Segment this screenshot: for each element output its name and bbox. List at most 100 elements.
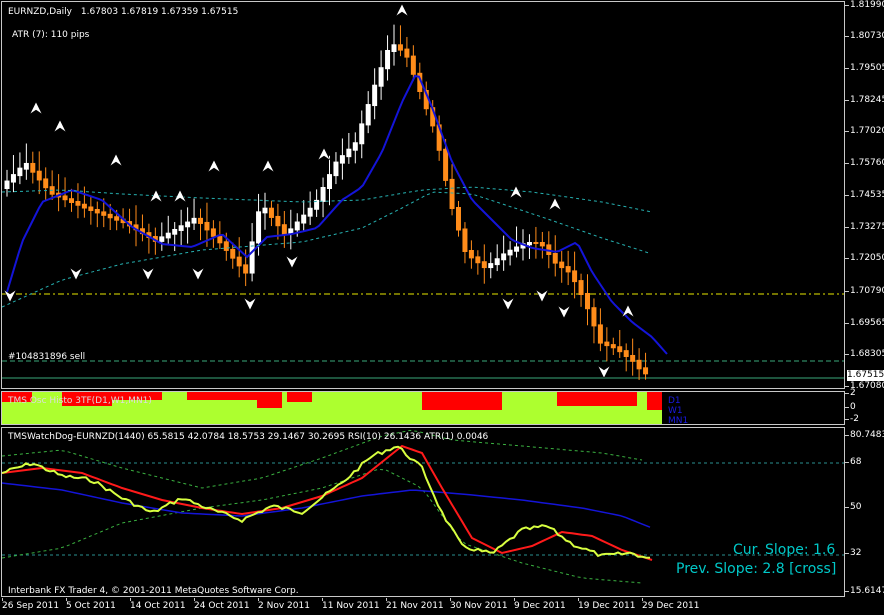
price-chart-pane[interactable]: EURNZD,Daily 1.67803 1.67819 1.67359 1.6… xyxy=(1,1,845,389)
candle-body xyxy=(204,221,210,231)
arrow-up-icon xyxy=(261,159,275,173)
candlestick-chart xyxy=(2,3,844,380)
candle-body xyxy=(30,162,36,173)
candle-body xyxy=(468,250,474,259)
candle-body xyxy=(256,211,262,244)
price-tick: 1.78245 xyxy=(844,95,884,105)
candle-body xyxy=(372,84,378,107)
histo-label: TMS Osc Histo 3TF(D1,W1,MN1) xyxy=(8,396,152,406)
osc-tick: 80.7483 xyxy=(844,430,884,440)
arrow-up-icon xyxy=(317,147,331,161)
price-tick: 1.70790 xyxy=(844,286,884,296)
candle-body xyxy=(88,206,94,211)
arrow-up-icon xyxy=(53,119,67,133)
histo-legend-d1: D1 xyxy=(668,396,681,406)
osc-tick: 32 xyxy=(844,548,862,558)
price-tick: 1.74535 xyxy=(844,190,884,200)
candle-body xyxy=(230,248,236,259)
candle-body xyxy=(301,214,307,224)
candle-body xyxy=(17,167,23,177)
candle-body xyxy=(572,270,578,283)
candle-body xyxy=(294,221,300,231)
candle-body xyxy=(81,203,87,209)
candle-body xyxy=(346,148,352,158)
candle-body xyxy=(178,225,184,231)
price-tick: 1.79505 xyxy=(844,63,884,73)
oscillator-pane[interactable]: TMSWatchDog-EURNZD(1440) 65.5815 42.0784… xyxy=(1,427,845,597)
price-tick: 1.69565 xyxy=(844,318,884,328)
candle-body xyxy=(10,174,16,183)
arrow-down-icon xyxy=(557,305,571,319)
current-price-marker: 1.67515 xyxy=(847,370,884,381)
histo-indicator-pane[interactable]: TMS Osc Histo 3TF(D1,W1,MN1) D1 W1 MN1 xyxy=(1,391,845,425)
histo-red-bar xyxy=(422,392,502,410)
candle-body xyxy=(359,123,365,145)
histo-red-bar xyxy=(647,392,662,410)
candle-body xyxy=(107,213,113,219)
histo-red-bar xyxy=(287,392,312,402)
candle-body xyxy=(643,367,649,375)
arrow-up-icon xyxy=(173,189,187,203)
arrow-down-icon xyxy=(243,297,257,311)
candle-body xyxy=(262,207,268,214)
date-tick: 30 Nov 2011 xyxy=(450,598,508,611)
candle-body xyxy=(410,55,416,75)
histo-red-bar xyxy=(257,392,282,408)
candle-body xyxy=(165,232,171,239)
arrow-down-icon xyxy=(501,297,515,311)
candle-body xyxy=(36,170,42,181)
candle-body xyxy=(94,208,100,214)
arrow-down-icon xyxy=(535,289,549,303)
candle-body xyxy=(114,216,120,221)
candle-body xyxy=(69,198,74,203)
candle-body xyxy=(604,341,610,347)
candle-body xyxy=(327,174,332,189)
price-tick: 1.80730 xyxy=(844,31,884,41)
candle-body xyxy=(101,211,107,216)
arrow-up-icon xyxy=(548,197,562,211)
date-tick: 11 Nov 2011 xyxy=(322,598,380,611)
candle-body xyxy=(75,200,81,206)
candle-body xyxy=(62,195,68,201)
candle-body xyxy=(494,258,500,266)
candle-body xyxy=(385,50,391,70)
arrow-down-icon xyxy=(69,267,83,281)
candle-body xyxy=(617,346,623,353)
date-axis[interactable]: 26 Sep 2011 5 Oct 2011 14 Oct 2011 24 Oc… xyxy=(0,598,846,615)
histo-tick: 0 xyxy=(845,402,856,412)
previous-slope: Prev. Slope: 2.8 [cross] xyxy=(676,561,837,577)
candle-body xyxy=(636,359,642,370)
atr-label: ATR (7): 110 pips xyxy=(12,30,90,40)
candle-body xyxy=(462,228,468,252)
price-tick: 1.73275 xyxy=(844,222,884,232)
price-axis[interactable]: 1.81990 1.80730 1.79505 1.78245 1.77020 … xyxy=(844,0,884,600)
candle-body xyxy=(185,221,191,228)
candle-body xyxy=(43,178,49,189)
candle-body xyxy=(591,307,597,327)
date-tick: 2 Nov 2011 xyxy=(258,598,310,611)
candle-body xyxy=(320,187,326,202)
osc-tick: 15.6147 xyxy=(844,586,884,596)
candle-body xyxy=(533,242,539,244)
candle-body xyxy=(514,246,520,252)
date-tick: 26 Sep 2011 xyxy=(2,598,60,611)
histo-tick: 2 xyxy=(845,388,856,398)
candle-body xyxy=(507,249,513,256)
osc-tick: 68 xyxy=(844,457,862,467)
candle-body xyxy=(449,178,455,209)
price-tick: 1.68305 xyxy=(844,349,884,359)
order-label[interactable]: #104831896 sell xyxy=(8,352,85,362)
candle-body xyxy=(475,256,481,264)
date-tick: 19 Dec 2011 xyxy=(578,598,636,611)
candle-body xyxy=(339,155,345,164)
candle-body xyxy=(23,162,29,170)
candle-body xyxy=(378,67,384,87)
arrow-up-icon xyxy=(207,159,221,173)
candle-body xyxy=(481,261,487,269)
candle-body xyxy=(352,142,358,151)
price-tick: 1.81990 xyxy=(844,0,884,10)
oscillator-label: TMSWatchDog-EURNZD(1440) 65.5815 42.0784… xyxy=(8,432,489,442)
candle-body xyxy=(198,217,203,224)
histo-legend-mn1: MN1 xyxy=(668,416,689,425)
candle-body xyxy=(501,253,507,261)
